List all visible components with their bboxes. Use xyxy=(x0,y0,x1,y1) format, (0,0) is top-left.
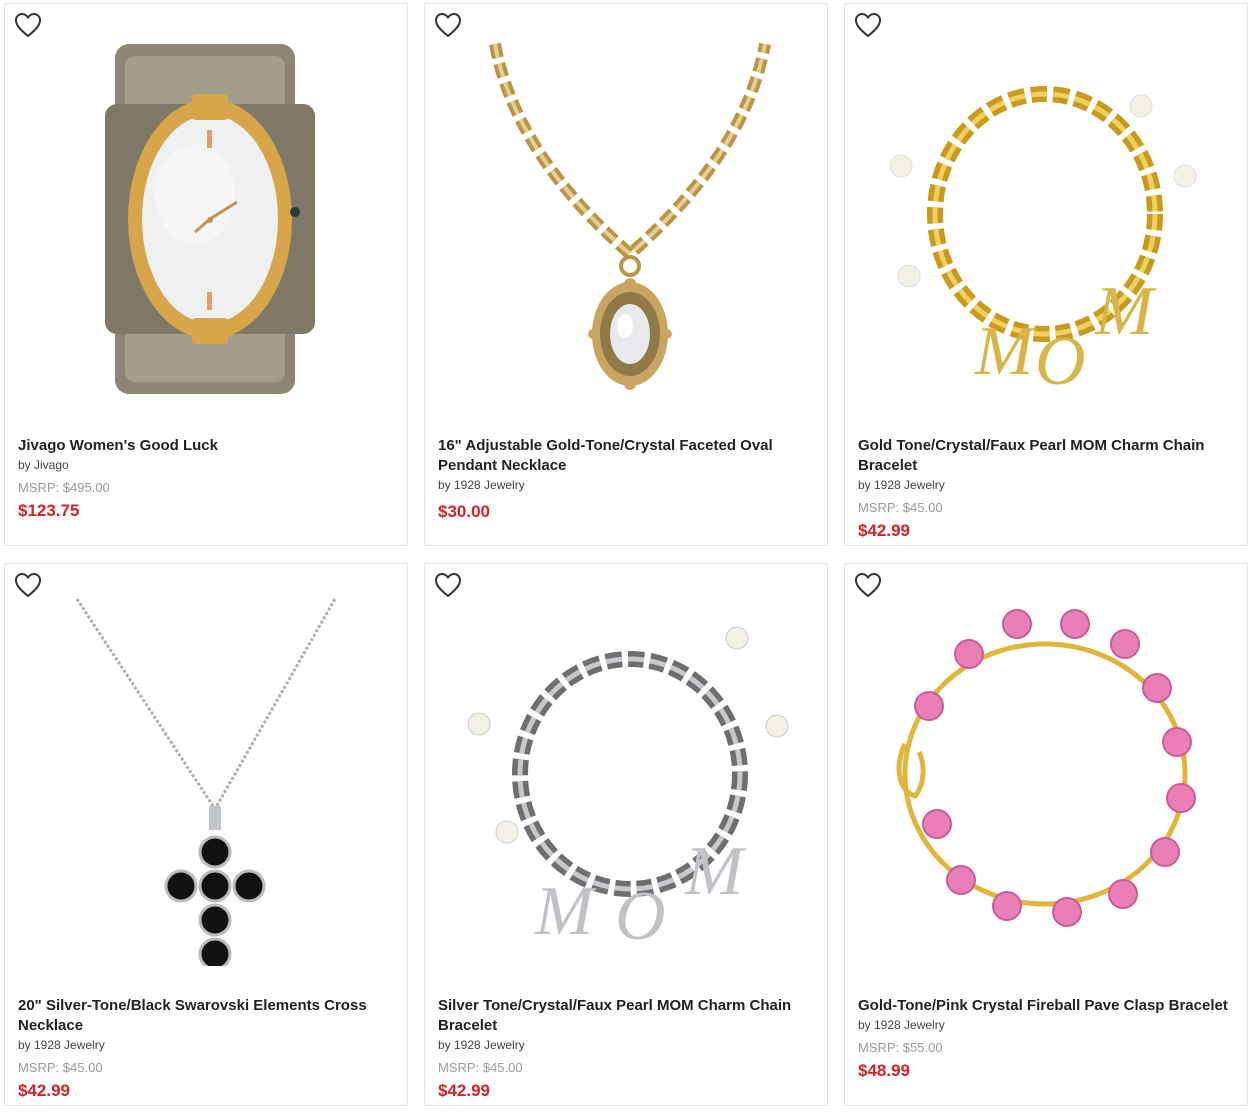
product-brand: by 1928 Jewelry xyxy=(858,478,945,492)
svg-text:M: M xyxy=(974,313,1037,390)
product-msrp: MSRP: $55.00 xyxy=(858,1040,943,1055)
product-info: Silver Tone/Crystal/Faux Pearl MOM Charm… xyxy=(438,996,817,1102)
heart-outline-icon[interactable] xyxy=(14,572,42,598)
product-card[interactable]: M O M Gold Tone/Crystal/Faux Pearl MOM C… xyxy=(844,3,1248,546)
product-brand: by Jivago xyxy=(18,458,69,472)
product-brand: by 1928 Jewelry xyxy=(858,1018,945,1032)
product-info: Jivago Women's Good Luck by Jivago MSRP:… xyxy=(18,436,397,522)
product-msrp: MSRP: $45.00 xyxy=(858,500,943,515)
product-msrp: MSRP: $495.00 xyxy=(18,480,110,495)
svg-text:M: M xyxy=(534,873,597,950)
product-price: $42.99 xyxy=(438,1081,490,1100)
product-image-cross-necklace[interactable] xyxy=(45,594,369,966)
product-title[interactable]: Silver Tone/Crystal/Faux Pearl MOM Charm… xyxy=(438,996,817,1036)
product-title[interactable]: Gold-Tone/Pink Crystal Fireball Pave Cla… xyxy=(858,996,1237,1016)
heart-outline-icon[interactable] xyxy=(434,12,462,38)
product-brand: by 1928 Jewelry xyxy=(438,1038,525,1052)
product-title[interactable]: Jivago Women's Good Luck xyxy=(18,436,397,456)
product-title[interactable]: 16" Adjustable Gold-Tone/Crystal Faceted… xyxy=(438,436,817,476)
product-brand: by 1928 Jewelry xyxy=(438,478,525,492)
product-info: Gold-Tone/Pink Crystal Fireball Pave Cla… xyxy=(858,996,1237,1082)
product-card[interactable]: 16" Adjustable Gold-Tone/Crystal Faceted… xyxy=(424,3,828,546)
product-price: $48.99 xyxy=(858,1061,910,1080)
product-brand: by 1928 Jewelry xyxy=(18,1038,105,1052)
product-image-gold-mom-bracelet[interactable]: M O M xyxy=(885,34,1209,406)
product-title[interactable]: Gold Tone/Crystal/Faux Pearl MOM Charm C… xyxy=(858,436,1237,476)
product-card[interactable]: 20" Silver-Tone/Black Swarovski Elements… xyxy=(4,563,408,1106)
product-price: $123.75 xyxy=(18,501,80,520)
svg-text:M: M xyxy=(684,833,747,910)
svg-text:M: M xyxy=(1094,273,1157,350)
product-info: 16" Adjustable Gold-Tone/Crystal Faceted… xyxy=(438,436,817,523)
heart-outline-icon[interactable] xyxy=(854,572,882,598)
product-info: Gold Tone/Crystal/Faux Pearl MOM Charm C… xyxy=(858,436,1237,542)
product-card[interactable]: Gold-Tone/Pink Crystal Fireball Pave Cla… xyxy=(844,563,1248,1106)
product-image-watch[interactable] xyxy=(45,34,369,406)
product-price: $30.00 xyxy=(438,502,490,521)
product-card[interactable]: M O M Silver Tone/Crystal/Faux Pearl MOM… xyxy=(424,563,828,1106)
product-price: $42.99 xyxy=(18,1081,70,1100)
product-title[interactable]: 20" Silver-Tone/Black Swarovski Elements… xyxy=(18,996,397,1036)
product-image-pendant-necklace[interactable] xyxy=(465,34,789,406)
heart-outline-icon[interactable] xyxy=(14,12,42,38)
product-msrp: MSRP: $45.00 xyxy=(18,1060,103,1075)
product-image-pink-fireball-bracelet[interactable] xyxy=(885,594,1209,966)
svg-text:O: O xyxy=(1035,323,1086,400)
product-card[interactable]: Jivago Women's Good Luck by Jivago MSRP:… xyxy=(4,3,408,546)
product-price: $42.99 xyxy=(858,521,910,540)
heart-outline-icon[interactable] xyxy=(854,12,882,38)
heart-outline-icon[interactable] xyxy=(434,572,462,598)
product-info: 20" Silver-Tone/Black Swarovski Elements… xyxy=(18,996,397,1102)
product-image-silver-mom-bracelet[interactable]: M O M xyxy=(465,594,789,966)
svg-text:O: O xyxy=(615,878,666,955)
product-msrp: MSRP: $45.00 xyxy=(438,1060,523,1075)
